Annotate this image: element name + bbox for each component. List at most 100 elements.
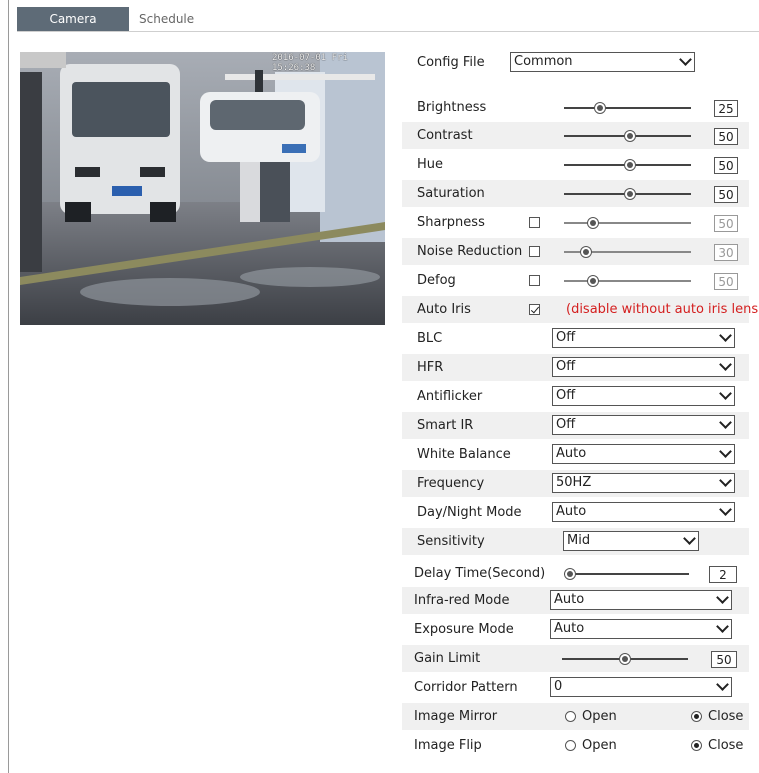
auto-iris-checkbox[interactable] [529,304,540,315]
brightness-slider[interactable] [564,102,691,114]
antiflicker-value: Off [556,388,576,403]
sensitivity-value: Mid [567,533,591,548]
slider-track [564,107,691,109]
image-flip-open-label[interactable]: Open [582,732,617,759]
delay-time-value[interactable]: 2 [709,566,737,583]
chevron-down-icon [719,416,732,429]
sharpness-checkbox[interactable] [529,217,540,228]
config-file-select[interactable]: Common [510,52,695,72]
sensitivity-select[interactable]: Mid [563,531,699,551]
chevron-down-icon [716,591,729,604]
slider-thumb[interactable] [619,653,631,665]
row-delay-time: Delay Time(Second) 2 [402,560,749,587]
saturation-value[interactable]: 50 [714,186,738,203]
smart-ir-value: Off [556,417,576,432]
image-flip-label: Image Flip [414,738,482,753]
infra-red-mode-select[interactable]: Auto [550,590,732,610]
corridor-pattern-value: 0 [554,679,563,694]
infra-red-mode-value: Auto [554,592,585,607]
hue-label: Hue [417,157,444,172]
chevron-down-icon [719,387,732,400]
brightness-value[interactable]: 25 [714,100,738,117]
row-day-night-mode: Day/Night Mode Auto [402,499,749,526]
row-white-balance: White Balance Auto [402,441,749,468]
slider-track [564,573,689,575]
slider-thumb[interactable] [564,568,577,580]
slider-track [564,280,691,282]
image-mirror-close-radio[interactable] [691,711,702,722]
noise-reduction-checkbox[interactable] [529,246,540,257]
day-night-mode-select[interactable]: Auto [552,502,735,522]
video-status-strip [20,52,66,68]
exposure-mode-label: Exposure Mode [414,622,514,637]
image-mirror-close-label[interactable]: Close [708,703,743,730]
image-flip-close-label[interactable]: Close [708,732,743,759]
row-corridor-pattern: Corridor Pattern 0 [402,674,749,701]
chevron-down-icon [719,329,732,342]
auto-iris-warning: (disable without auto iris lens) [566,302,759,317]
slider-thumb[interactable] [579,246,592,258]
tab-camera-parameters[interactable]: Camera Parameters [17,7,129,50]
brightness-label: Brightness [417,100,487,115]
defog-label: Defog [417,273,456,288]
image-mirror-open-label[interactable]: Open [582,703,617,730]
corridor-pattern-select[interactable]: 0 [550,677,732,697]
hue-slider[interactable] [564,159,691,171]
image-flip-open-radio[interactable] [565,740,576,751]
white-balance-value: Auto [556,446,587,461]
tab-schedule[interactable]: Schedule [129,7,202,31]
frame-border [8,0,9,773]
slider-thumb[interactable] [624,188,637,200]
blc-label: BLC [417,331,443,346]
tab-bar: Camera Parameters Schedule [17,7,202,50]
day-night-mode-label: Day/Night Mode [417,505,522,520]
smart-ir-select[interactable]: Off [552,415,735,435]
exposure-mode-select[interactable]: Auto [550,619,732,639]
slider-thumb[interactable] [587,217,600,229]
hfr-value: Off [556,359,576,374]
image-flip-close-radio[interactable] [691,740,702,751]
row-contrast: Contrast 50 [402,122,749,149]
blc-select[interactable]: Off [552,328,735,348]
frequency-select[interactable]: 50HZ [552,473,735,493]
image-mirror-open-radio[interactable] [565,711,576,722]
antiflicker-label: Antiflicker [417,389,483,404]
hue-value[interactable]: 50 [714,157,738,174]
delay-time-slider[interactable] [564,568,689,580]
config-file-label: Config File [417,55,485,70]
delay-time-label: Delay Time(Second) [414,566,546,581]
noise-reduction-value[interactable]: 30 [714,244,738,261]
hfr-select[interactable]: Off [552,357,735,377]
sharpness-value[interactable]: 50 [714,215,738,232]
saturation-label: Saturation [417,186,485,201]
white-balance-select[interactable]: Auto [552,444,735,464]
frequency-label: Frequency [417,476,485,491]
slider-thumb[interactable] [593,102,606,114]
chevron-down-icon [719,358,732,371]
saturation-slider[interactable] [564,188,691,200]
defog-checkbox[interactable] [529,275,540,286]
noise-reduction-slider[interactable] [564,246,691,258]
auto-iris-label: Auto Iris [417,302,471,317]
contrast-slider[interactable] [564,130,691,142]
defog-slider[interactable] [564,275,691,287]
day-night-mode-value: Auto [556,504,587,519]
defog-value[interactable]: 50 [714,273,738,290]
chevron-down-icon [683,532,696,545]
gain-limit-slider[interactable] [562,653,688,665]
slider-thumb[interactable] [624,159,637,171]
chevron-down-icon [719,474,732,487]
hfr-label: HFR [417,360,444,375]
slider-thumb[interactable] [587,275,600,287]
video-timestamp: 2016-07-01 Fri 15:26:38 [272,53,348,73]
gain-limit-value[interactable]: 50 [711,651,737,668]
chevron-down-icon [679,53,692,66]
live-video-preview[interactable]: 2016-07-01 Fri 15:26:38 [20,52,385,325]
slider-thumb[interactable] [624,130,637,142]
row-sensitivity: Sensitivity Mid [402,528,749,555]
row-hfr: HFR Off [402,354,749,381]
contrast-value[interactable]: 50 [714,128,738,145]
antiflicker-select[interactable]: Off [552,386,735,406]
tab-divider [17,31,759,32]
sharpness-slider[interactable] [564,217,691,229]
